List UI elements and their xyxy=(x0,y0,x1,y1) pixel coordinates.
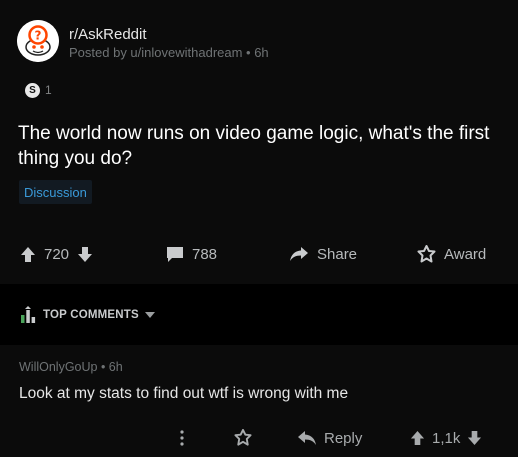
post-awards[interactable]: S 1 xyxy=(25,79,52,101)
reply-button[interactable]: Reply xyxy=(297,425,362,451)
comment-meta[interactable]: WillOnlyGoUp • 6h xyxy=(19,360,123,374)
subreddit-name[interactable]: r/AskReddit xyxy=(69,26,147,43)
comment-vote-count: 1,1k xyxy=(432,429,461,447)
comment-more-button[interactable] xyxy=(180,425,184,451)
award-label: Award xyxy=(444,245,487,263)
share-label: Share xyxy=(317,245,358,263)
reply-label: Reply xyxy=(324,429,363,447)
share-icon xyxy=(289,246,309,262)
post-vote-group: 720 xyxy=(20,237,93,271)
silver-award-icon: S xyxy=(25,82,40,98)
post-title[interactable]: The world now runs on video game logic, … xyxy=(18,121,510,171)
post-meta[interactable]: Posted by u/inlovewithadream • 6h xyxy=(69,45,269,60)
award-icon xyxy=(234,429,252,447)
post-actions-bar: 720 788 Share Award xyxy=(0,237,518,271)
post-vote-count: 720 xyxy=(44,245,70,263)
askreddit-logo-icon: ? xyxy=(17,20,59,62)
subreddit-avatar[interactable]: ? xyxy=(17,20,59,62)
comment-body[interactable]: Look at my stats to find out wtf is wron… xyxy=(19,385,348,403)
more-options-icon xyxy=(180,430,184,446)
comment-award-button[interactable] xyxy=(234,425,252,451)
comments-button[interactable]: 788 xyxy=(166,237,217,271)
post-flair[interactable]: Discussion xyxy=(19,180,92,204)
reply-icon xyxy=(297,430,317,446)
share-button[interactable]: Share xyxy=(289,237,357,271)
svg-text:?: ? xyxy=(35,29,42,43)
downvote-icon[interactable] xyxy=(77,246,93,263)
comment-actions-bar: Reply 1,1k xyxy=(0,425,518,451)
post-card: ? r/AskReddit Posted by u/inlovewithadre… xyxy=(0,0,518,284)
comment-count: 788 xyxy=(192,245,218,263)
award-count: 1 xyxy=(45,83,52,97)
sort-label: TOP COMMENTS xyxy=(43,309,139,321)
sort-comments-button[interactable]: TOP COMMENTS xyxy=(19,306,155,324)
upvote-icon[interactable] xyxy=(20,246,36,263)
sort-icon xyxy=(19,306,37,324)
comment-icon xyxy=(166,246,184,263)
downvote-icon[interactable] xyxy=(467,430,482,446)
upvote-icon[interactable] xyxy=(410,430,425,446)
comment-vote-group: 1,1k xyxy=(410,425,482,451)
award-icon xyxy=(417,244,436,264)
comment-card: WillOnlyGoUp • 6h Look at my stats to fi… xyxy=(0,345,518,457)
chevron-down-icon xyxy=(144,312,155,318)
award-button[interactable]: Award xyxy=(417,237,486,271)
